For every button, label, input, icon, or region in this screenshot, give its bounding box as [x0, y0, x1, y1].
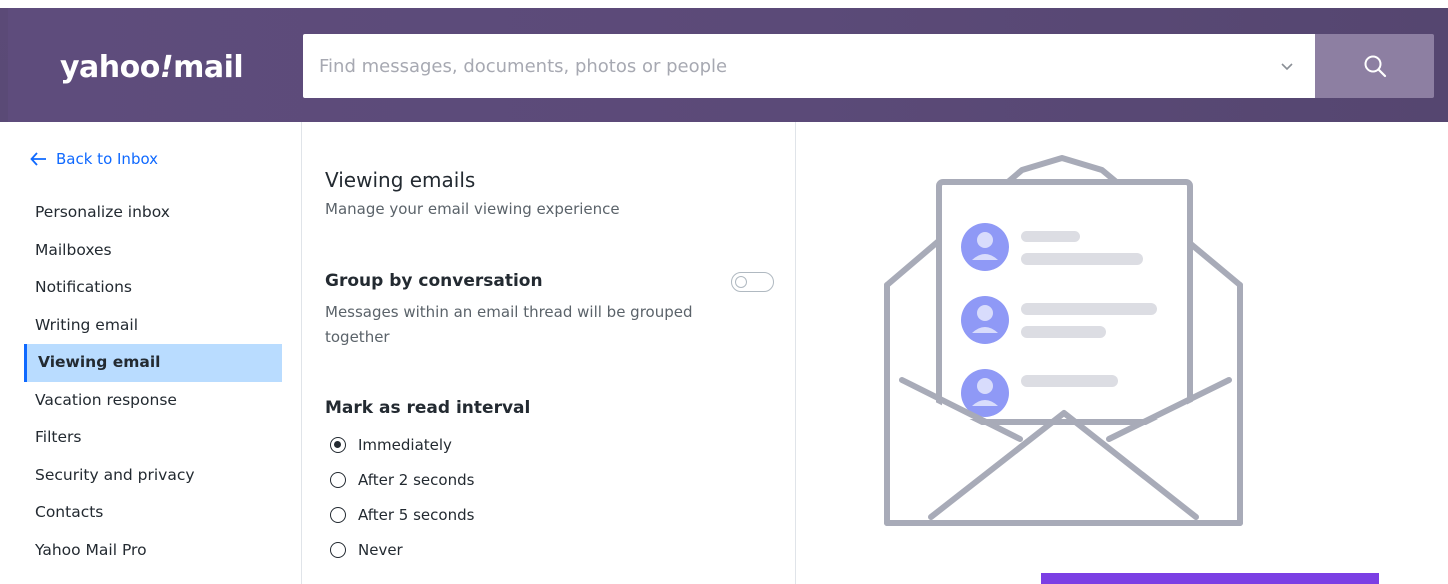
- settings-nav: Personalize inbox Mailboxes Notification…: [24, 194, 282, 569]
- page-title: Viewing emails: [325, 168, 476, 192]
- open-envelope-illustration: [884, 155, 1243, 526]
- group-by-conversation-description: Messages within an email thread will be …: [325, 303, 693, 346]
- radio-label: After 2 seconds: [358, 470, 475, 489]
- sidebar-item-contacts[interactable]: Contacts: [24, 494, 282, 532]
- sidebar-item-yahoo-mail-pro[interactable]: Yahoo Mail Pro: [24, 532, 282, 570]
- radio-unselected-icon: [330, 471, 346, 488]
- radio-label: Immediately: [358, 435, 452, 454]
- logo-mail: mail: [173, 50, 244, 85]
- chevron-down-icon[interactable]: [1279, 58, 1295, 74]
- toggle-knob: [735, 276, 747, 288]
- search-box: [303, 34, 1315, 98]
- search-icon: [1364, 55, 1386, 78]
- search-button[interactable]: [1315, 34, 1434, 98]
- sidebar-item-vacation-response[interactable]: Vacation response: [24, 382, 282, 420]
- group-by-conversation-title: Group by conversation: [325, 271, 543, 291]
- back-to-inbox-label: Back to Inbox: [56, 150, 159, 168]
- back-to-inbox-link[interactable]: Back to Inbox: [30, 150, 158, 168]
- radio-after-2-seconds[interactable]: After 2 seconds: [330, 462, 474, 497]
- radio-immediately[interactable]: Immediately: [330, 427, 474, 462]
- logo-text: yahoo: [60, 50, 160, 85]
- viewing-email-settings: Viewing emails Manage your email viewing…: [302, 122, 796, 584]
- mark-as-read-options: Immediately After 2 seconds After 5 seco…: [330, 427, 474, 567]
- sidebar-item-filters[interactable]: Filters: [24, 419, 282, 457]
- radio-unselected-icon: [330, 506, 346, 523]
- sidebar-item-viewing-email[interactable]: Viewing email: [24, 344, 282, 382]
- yahoo-mail-logo[interactable]: yahoo!mail: [60, 50, 244, 85]
- radio-label: Never: [358, 540, 403, 559]
- sidebar-item-writing-email[interactable]: Writing email: [24, 307, 282, 345]
- radio-after-5-seconds[interactable]: After 5 seconds: [330, 497, 474, 532]
- group-by-conversation-toggle[interactable]: [731, 272, 774, 292]
- arrow-left-icon: [30, 152, 46, 166]
- radio-unselected-icon: [330, 541, 346, 558]
- mark-as-read-title: Mark as read interval: [325, 398, 531, 418]
- sidebar-item-notifications[interactable]: Notifications: [24, 269, 282, 307]
- illustration-panel: [797, 122, 1448, 584]
- sidebar-item-mailboxes[interactable]: Mailboxes: [24, 232, 282, 270]
- settings-sidebar: Back to Inbox Personalize inbox Mailboxe…: [0, 122, 302, 584]
- sidebar-item-personalize-inbox[interactable]: Personalize inbox: [24, 194, 282, 232]
- radio-selected-icon: [330, 436, 346, 453]
- radio-never[interactable]: Never: [330, 532, 474, 567]
- page-subtitle: Manage your email viewing experience: [325, 200, 620, 218]
- search-input[interactable]: [319, 50, 1219, 82]
- sidebar-item-security-and-privacy[interactable]: Security and privacy: [24, 457, 282, 495]
- radio-label: After 5 seconds: [358, 505, 475, 524]
- phone-preview-status-bar: [1041, 573, 1379, 584]
- logo-bang: !: [159, 50, 174, 85]
